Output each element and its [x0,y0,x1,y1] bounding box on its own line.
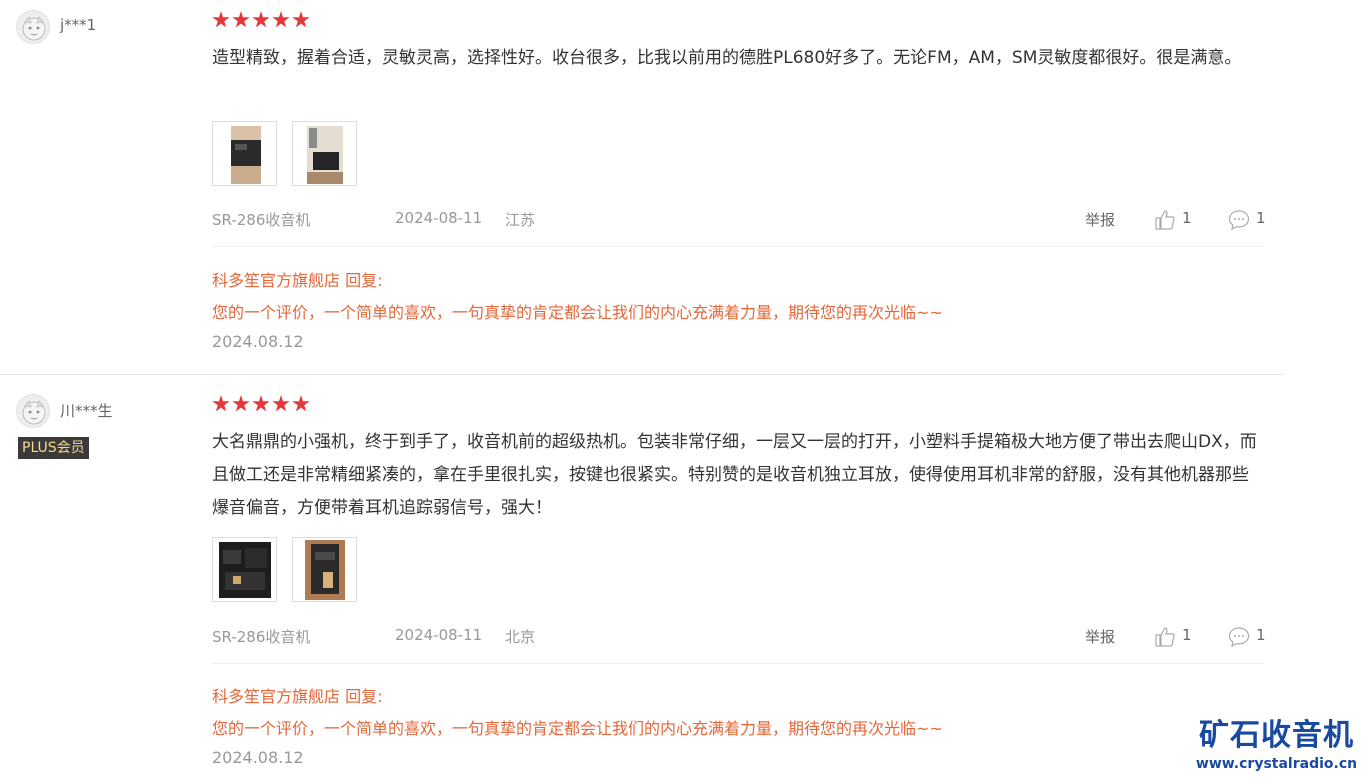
seller-reply-date: 2024.08.12 [212,332,304,351]
comment-count: 1 [1256,209,1266,227]
comment-bubble-icon[interactable] [1228,209,1250,235]
star-icon [252,11,270,28]
seller-reply-header: 科多笙官方旗舰店 回复: [212,271,383,290]
report-link[interactable]: 举报 [1085,209,1115,230]
comment-count: 1 [1256,626,1266,644]
star-icon [212,11,230,28]
watermark-url: www.crystalradio.cn [1195,756,1358,772]
star-icon [232,11,250,28]
thumbs-up-icon[interactable] [1154,209,1176,235]
star-icon [292,395,310,412]
star-icon [232,395,250,412]
divider [212,246,1264,247]
review-date: 2024-08-11 [395,626,483,644]
product-variant: SR-286收音机 [212,211,311,229]
divider [212,663,1264,664]
product-variant: SR-286收音机 [212,628,311,646]
review-date: 2024-08-11 [395,209,483,227]
rating-stars [212,11,312,29]
thumbs-up-icon[interactable] [1154,626,1176,652]
review-image-thumbnail[interactable] [212,121,277,186]
site-watermark: 矿石收音机 www.crystalradio.cn [1192,718,1361,780]
rating-stars [212,395,312,413]
review-image-thumbnail[interactable] [292,121,357,186]
seller-reply-header: 科多笙官方旗舰店 回复: [212,687,383,706]
seller-reply-text: 您的一个评价，一个简单的喜欢，一句真挚的肯定都会让我们的内心充满着力量，期待您的… [212,303,943,322]
review-image-thumbnail[interactable] [292,537,357,602]
review-meta: SR-286收音机 2024-08-11 北京 举报 1 1 [212,626,1266,652]
watermark-title: 矿石收音机 [1199,718,1354,753]
plus-member-badge: PLUS会员 [18,437,89,459]
review-location: 江苏 [505,211,536,229]
avatar[interactable] [16,394,50,428]
like-count: 1 [1182,626,1192,644]
review-location: 北京 [505,628,536,646]
report-link[interactable]: 举报 [1085,626,1115,647]
username: j***1 [60,16,97,34]
review-text: 造型精致，握着合适，灵敏灵高，选择性好。收台很多，比我以前用的德胜PL680好多… [212,48,1242,68]
star-icon [212,395,230,412]
seller-reply-date: 2024.08.12 [212,748,304,767]
comment-bubble-icon[interactable] [1228,626,1250,652]
avatar[interactable] [16,10,50,44]
review-image-thumbnail[interactable] [212,537,277,602]
review-meta: SR-286收音机 2024-08-11 江苏 举报 1 1 [212,209,1266,235]
review-item: j***1 造型精致，握着合适，灵敏灵高，选择性好。收台很多，比我以前用的德胜P… [0,0,1284,374]
star-icon [252,395,270,412]
star-icon [272,395,290,412]
star-icon [292,11,310,28]
username: 川***生 [60,402,113,420]
review-text: 大名鼎鼎的小强机，终于到手了，收音机前的超级热机。包装非常仔细，一层又一层的打开… [212,432,1257,518]
seller-reply-text: 您的一个评价，一个简单的喜欢，一句真挚的肯定都会让我们的内心充满着力量，期待您的… [212,719,943,738]
like-count: 1 [1182,209,1192,227]
star-icon [272,11,290,28]
review-item: 川***生 PLUS会员 大名鼎鼎的小强机，终于到手了，收音机前的超级热机。包装… [0,375,1284,780]
